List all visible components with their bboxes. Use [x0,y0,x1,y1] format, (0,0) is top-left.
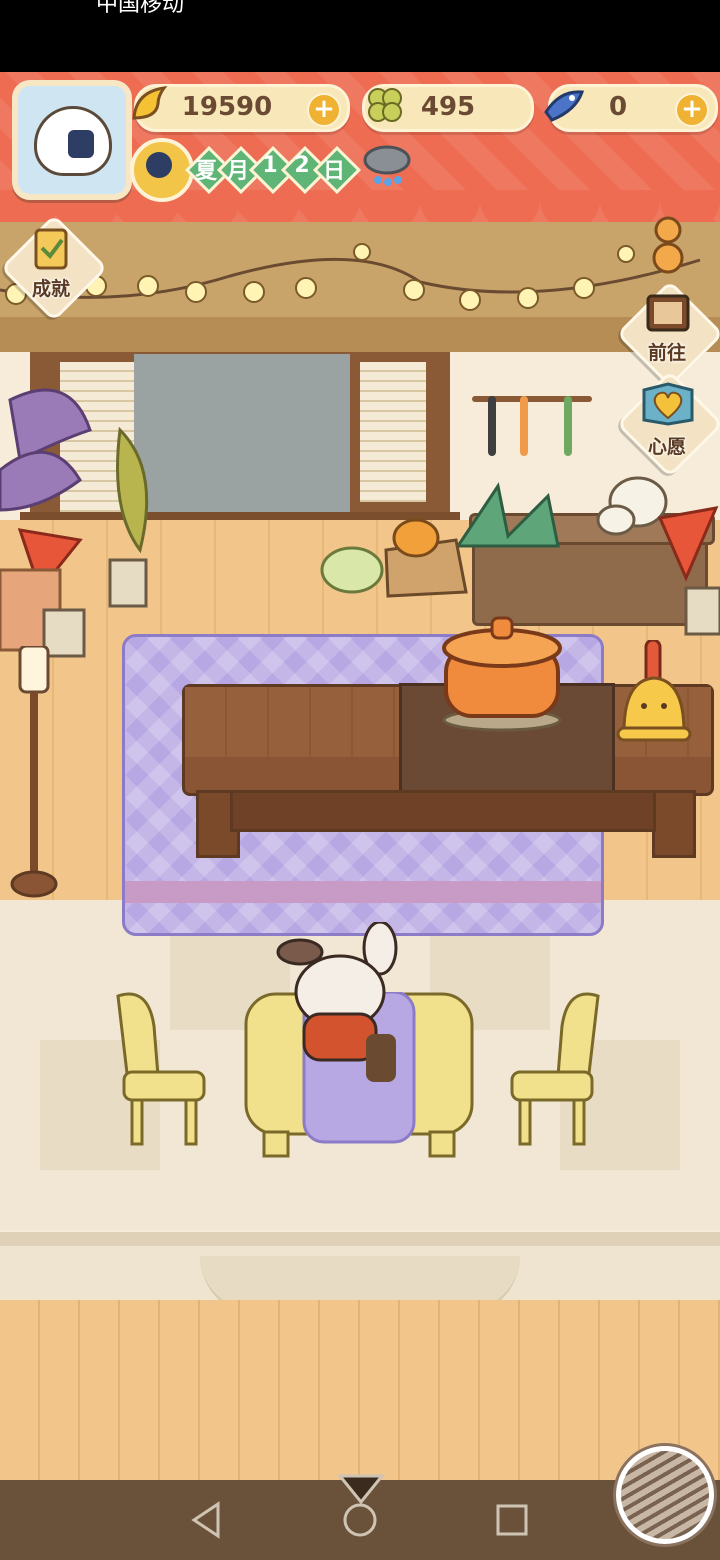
ladle-icon [488,396,496,456]
avatar-bag [68,130,94,158]
bunny-customer[interactable] [270,922,410,1082]
goto-button[interactable]: 前往 [616,280,720,388]
vegetable-sack [320,518,468,598]
clipboard-icon [34,228,68,270]
heart-book-icon [642,382,694,426]
counter-leg [652,790,696,858]
strainer-icon [564,396,572,456]
banana-icon [132,86,168,120]
wish-label: 心愿 [647,436,686,458]
gem-add-button[interactable]: + [675,93,709,127]
rain-cloud-icon[interactable] [360,140,414,190]
chair-right[interactable] [510,986,608,1146]
goto-label: 前往 [647,342,686,364]
day-text: 日 [322,159,345,184]
fish-gem-icon [544,90,585,122]
pull-down-icon[interactable] [336,1472,386,1506]
service-bell-button[interactable] [616,640,692,744]
potted-plants [0,388,149,658]
floor-lamp [10,646,58,898]
clover-icon [368,88,402,122]
moon-icon [146,152,172,178]
day-diamond: 日 [312,145,362,195]
yarn-ball-menu-button[interactable] [616,1446,714,1544]
player-avatar[interactable] [12,80,132,200]
carrier-text: 中国移动 [96,0,185,17]
signboard-icon [646,294,690,332]
back-icon[interactable] [186,1498,230,1542]
chair-left[interactable] [108,986,206,1146]
achievement-button[interactable]: 成就 [0,214,108,322]
porch-floor [0,1300,720,1480]
string-lights [0,243,701,311]
wish-button[interactable]: 心愿 [616,370,720,478]
banana-add-button[interactable]: + [307,93,341,127]
recent-apps-icon[interactable] [490,1498,534,1542]
game-screen: 中国移动 19590 + 495 0 + 夏 月 1 2 日 成就 前往 心愿 [0,0,720,1560]
hanging-garlic-icon [652,216,684,274]
achievement-label: 成就 [31,278,70,300]
cooking-pot[interactable] [440,612,564,732]
red-plant-right [657,506,720,636]
spatula-icon [520,396,528,456]
counter-base [230,790,656,832]
status-bar: 中国移动 [0,0,720,72]
